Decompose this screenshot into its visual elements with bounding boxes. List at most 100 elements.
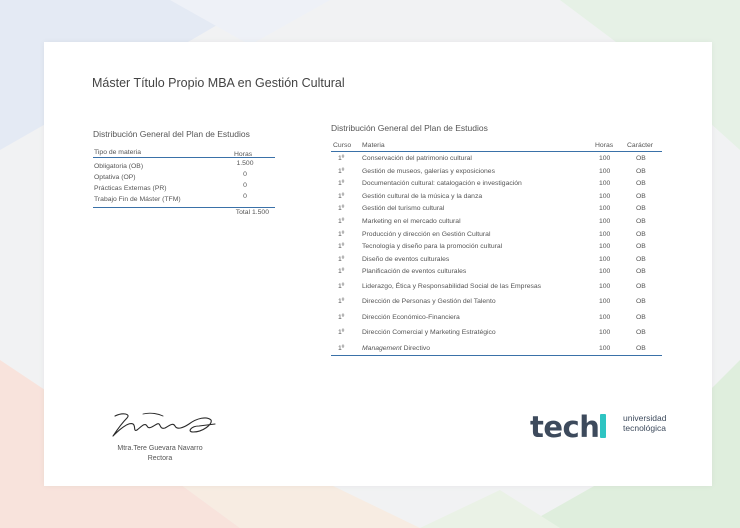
detail-row-subject: Conservación del patrimonio cultural: [362, 155, 472, 162]
detail-row-course: 1º: [338, 313, 345, 321]
detail-row-subject: Dirección Económico-Financiera: [362, 313, 460, 321]
summary-row: Prácticas Externas (PR) 0: [93, 180, 275, 192]
detail-row-course: 1º: [338, 180, 345, 188]
detail-row-hours: 100: [599, 230, 611, 238]
summary-row-hours: 0: [243, 193, 247, 200]
detail-row-hours: 100: [599, 268, 611, 276]
detail-table: Curso Materia Horas Carácter 1º Conserva…: [331, 139, 662, 357]
summary-table-heading: Distribución General del Plan de Estudio…: [93, 129, 250, 139]
detail-row-subject: Dirección Comercial y Marketing Estratég…: [362, 329, 496, 337]
detail-col-type: Carácter: [627, 142, 654, 149]
detail-col-subject: Materia: [362, 142, 385, 149]
detail-row-subject: Liderazgo, Ética y Responsabilidad Socia…: [362, 282, 542, 290]
detail-row-hours: 100: [599, 298, 611, 306]
detail-row-type: OB: [636, 298, 646, 306]
summary-col-hours: Horas: [234, 151, 253, 158]
detail-row-subject: Documentación cultural: catalogación e i…: [362, 180, 522, 188]
detail-row-hours: 100: [599, 313, 611, 321]
detail-row-type: OB: [636, 329, 646, 337]
detail-col-course: Curso: [333, 142, 352, 149]
summary-row-type: Trabajo Fin de Máster (TFM): [94, 196, 181, 203]
detail-row-subject: Gestión cultural de la música y la danza: [362, 192, 483, 200]
detail-row-course: 1º: [338, 282, 345, 290]
summary-row: Optativa (OP) 0: [93, 169, 275, 181]
detail-row-subject: Marketing en el mercado cultural: [362, 217, 461, 225]
summary-table-header: Tipo de materia Horas: [93, 147, 275, 158]
detail-row: 1º Dirección de Personas y Gestión del T…: [331, 293, 662, 309]
detail-row-hours: 100: [599, 255, 611, 263]
detail-row-subject: Management Directivo: [362, 345, 430, 352]
detail-row-subject: Planificación de eventos culturales: [362, 268, 467, 276]
detail-row-course: 1º: [338, 217, 345, 225]
detail-row-hours: 100: [599, 155, 611, 162]
detail-row-hours: 100: [599, 329, 611, 337]
signatory-name: Mtra.Tere Guevara Navarro: [117, 445, 203, 452]
detail-table-heading: Distribución General del Plan de Estudio…: [331, 123, 488, 133]
logo-subtitle: universidad tecnológica: [623, 413, 666, 433]
detail-row-course: 1º: [338, 344, 345, 352]
detail-row: 1º Liderazgo, Ética y Responsabilidad So…: [331, 278, 662, 294]
detail-row-course: 1º: [338, 155, 345, 162]
detail-table-end-rule: [331, 355, 662, 357]
detail-row-hours: 100: [599, 282, 611, 290]
detail-row-subject: Gestión de museos, galerías y exposicion…: [362, 167, 495, 175]
detail-row-subject-rest: Directivo: [403, 344, 431, 352]
detail-row-type: OB: [636, 192, 646, 200]
summary-table-total: Total 1.500: [93, 207, 275, 218]
detail-row-type: OB: [636, 205, 646, 213]
detail-row-hours: 100: [599, 167, 611, 175]
detail-row: 1º Planificación de eventos culturales 1…: [331, 265, 662, 278]
detail-row: 1º Marketing en el mercado cultural 100 …: [331, 215, 662, 228]
detail-row-type: OB: [636, 282, 646, 290]
detail-row-type: OB: [636, 230, 646, 238]
detail-row-course: 1º: [338, 329, 345, 337]
detail-row: 1º Diseño de eventos culturales 100 OB: [331, 253, 662, 266]
detail-row: 1º Dirección Económico-Financiera 100 OB: [331, 309, 662, 325]
detail-row-subject: Dirección de Personas y Gestión del Tale…: [362, 298, 496, 306]
summary-row: Trabajo Fin de Máster (TFM) 0: [93, 191, 275, 203]
detail-row-subject: Tecnología y diseño para la promoción cu…: [362, 243, 503, 251]
detail-row-hours: 100: [599, 205, 611, 213]
summary-row-hours: 1.500: [236, 160, 254, 167]
detail-row-type: OB: [636, 268, 646, 276]
detail-row-subject: Gestión del turismo cultural: [362, 205, 445, 213]
detail-row-course: 1º: [338, 255, 345, 263]
detail-row-hours: 100: [599, 217, 611, 225]
detail-row-type: OB: [636, 155, 646, 162]
detail-row-type: OB: [636, 255, 646, 263]
detail-row-hours: 100: [599, 180, 611, 188]
detail-row-type: OB: [636, 180, 646, 188]
detail-row: 1º Dirección Comercial y Marketing Estra…: [331, 324, 662, 340]
detail-row-type: OB: [636, 167, 646, 175]
detail-row-course: 1º: [338, 243, 345, 251]
summary-row-hours: 0: [243, 182, 247, 189]
detail-row-hours: 100: [599, 344, 611, 352]
summary-col-type: Tipo de materia: [94, 149, 141, 156]
document-title: Máster Título Propio MBA en Gestión Cult…: [92, 76, 345, 90]
detail-col-hours: Horas: [595, 142, 614, 149]
detail-row-hours: 100: [599, 243, 611, 251]
detail-row: 1º Producción y dirección en Gestión Cul…: [331, 228, 662, 241]
detail-table-header: Curso Materia Horas Carácter: [331, 139, 662, 152]
detail-row-type: OB: [636, 217, 646, 225]
detail-row-subject-italic: Management: [362, 344, 402, 352]
detail-row-subject: Producción y dirección en Gestión Cultur…: [362, 230, 491, 238]
detail-row: 1º Conservación del patrimonio cultural …: [331, 152, 662, 165]
detail-row-course: 1º: [338, 298, 345, 306]
detail-row-subject: Diseño de eventos culturales: [362, 255, 450, 263]
detail-row-course: 1º: [338, 205, 345, 213]
signature-image: [112, 412, 216, 437]
detail-row: 1º Documentación cultural: catalogación …: [331, 177, 662, 190]
signatory-role: Rectora: [147, 455, 173, 462]
detail-row: 1º Gestión de museos, galerías y exposic…: [331, 165, 662, 178]
logo-line-2: tecnológica: [623, 423, 667, 433]
detail-row: 1º Tecnología y diseño para la promoción…: [331, 240, 662, 253]
detail-row-type: OB: [636, 313, 646, 321]
detail-row-hours: 100: [599, 192, 611, 200]
detail-row: 1º Management Directivo 100 OB: [331, 340, 662, 356]
logo-line-1: universidad: [623, 413, 667, 423]
summary-row: Obligatoria (OB) 1.500: [93, 158, 275, 170]
detail-row: 1º Gestión del turismo cultural 100 OB: [331, 202, 662, 215]
summary-table: Tipo de materia Horas Obligatoria (OB) 1…: [93, 147, 275, 218]
summary-total-value: Total 1.500: [235, 209, 269, 216]
